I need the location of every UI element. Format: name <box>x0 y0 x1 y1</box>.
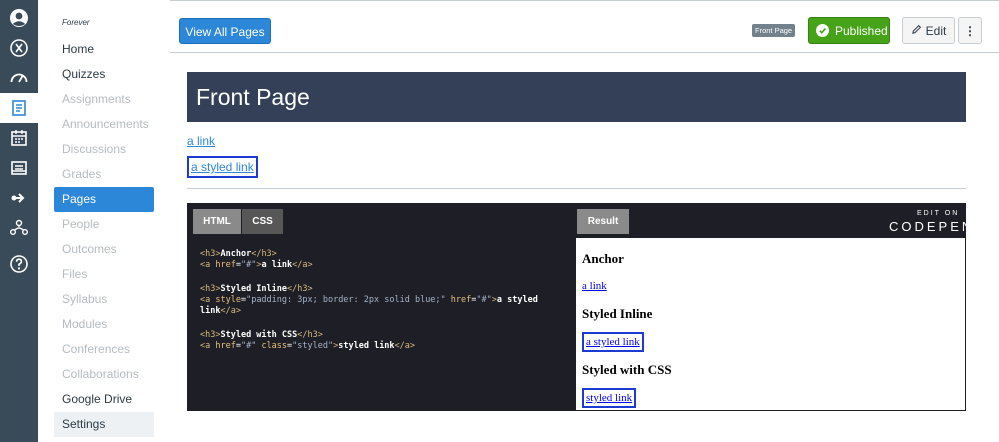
result-heading-css: Styled with CSS <box>582 362 672 377</box>
commons-icon[interactable] <box>0 183 38 213</box>
dashboard-icon[interactable] <box>0 63 38 93</box>
code-line: <a href="#" class="styled">styled link</… <box>200 341 416 351</box>
view-all-pages-button[interactable]: View All Pages <box>179 18 271 44</box>
inbox-icon[interactable] <box>0 153 38 183</box>
front-page-badge: Front Page <box>752 24 796 37</box>
published-button[interactable]: Published <box>808 17 890 44</box>
result-panel: Anchor a link Styled Inline a styled lin… <box>576 238 965 410</box>
pencil-icon <box>911 24 922 38</box>
tab-result[interactable]: Result <box>577 209 629 234</box>
published-label: Published <box>835 23 888 38</box>
courses-icon[interactable] <box>0 93 38 123</box>
tab-css[interactable]: CSS <box>242 209 283 234</box>
result-heading-inline: Styled Inline <box>582 306 653 321</box>
result-a-link[interactable]: a link <box>582 280 607 292</box>
sidebar-item-modules: Modules <box>62 317 108 331</box>
avatar-icon[interactable] <box>0 3 38 33</box>
code-line: <a href="#">a link</a> <box>200 260 313 270</box>
result-heading-anchor: Anchor <box>582 251 624 266</box>
code-line: <h3>Styled with CSS</h3> <box>200 330 323 340</box>
header-divider <box>170 52 999 53</box>
code-line: <a style="padding: 3px; border: 2px soli… <box>200 295 538 305</box>
page-title: Front Page <box>196 84 310 110</box>
code-panel: <h3>Anchor</h3> <a href="#">a link</a> <… <box>188 238 576 410</box>
sidebar-item-outcomes: Outcomes <box>62 242 117 256</box>
sidebar-item-discussions: Discussions <box>62 142 127 156</box>
calendar-icon[interactable] <box>0 123 38 153</box>
canvas-app: Forever Home Quizzes Assignments Announceme… <box>0 0 999 442</box>
edit-button[interactable]: Edit <box>902 17 955 44</box>
sidebar-item-people: People <box>62 217 100 231</box>
more-options-button[interactable]: ⋮ <box>958 17 982 44</box>
tab-html[interactable]: HTML <box>193 209 241 234</box>
sidebar-item-announcements: Announcements <box>62 117 149 131</box>
sidebar-item-files: Files <box>62 267 88 281</box>
sidebar-item-assignments: Assignments <box>62 92 131 106</box>
codepen-toolbar: HTML CSS Result EDIT ON CODEPEN <box>188 204 971 238</box>
top-divider <box>170 0 999 1</box>
codepen-logo[interactable]: CODEPEN <box>889 219 974 234</box>
edit-on-label[interactable]: EDIT ON <box>917 210 959 217</box>
sidebar-item-home[interactable]: Home <box>54 37 154 62</box>
edit-label: Edit <box>925 23 947 38</box>
sidebar-item-grades: Grades <box>62 167 102 181</box>
sidebar-item-pages[interactable]: Pages <box>54 187 154 212</box>
check-circle-icon <box>816 24 829 37</box>
codepen-embed: HTML CSS Result EDIT ON CODEPEN <h3>Anch… <box>187 203 971 411</box>
network-icon[interactable] <box>0 213 38 243</box>
sidebar-item-conferences: Conferences <box>62 342 131 356</box>
sidebar-item-collaborations: Collaborations <box>62 367 139 381</box>
page-title-band: Front Page <box>187 72 966 122</box>
result-a-styled-link[interactable]: a styled link <box>582 332 644 352</box>
code-line: <h3>Anchor</h3> <box>200 249 277 259</box>
global-nav <box>0 0 38 442</box>
help-icon[interactable] <box>0 249 38 279</box>
shield-icon[interactable] <box>0 33 38 63</box>
course-name: Forever <box>62 18 90 27</box>
code-line: <h3>Styled Inline</h3> <box>200 284 313 294</box>
sidebar-item-quizzes[interactable]: Quizzes <box>54 62 154 87</box>
a-styled-link[interactable]: a styled link <box>187 156 258 178</box>
content-divider <box>187 188 966 189</box>
result-styled-link[interactable]: styled link <box>582 388 637 408</box>
a-link[interactable]: a link <box>187 134 215 148</box>
sidebar-item-google-drive[interactable]: Google Drive <box>54 387 154 412</box>
sidebar-item-syllabus: Syllabus <box>62 292 108 306</box>
code-line: link</a> <box>200 306 241 316</box>
sidebar-item-settings[interactable]: Settings <box>54 412 154 437</box>
